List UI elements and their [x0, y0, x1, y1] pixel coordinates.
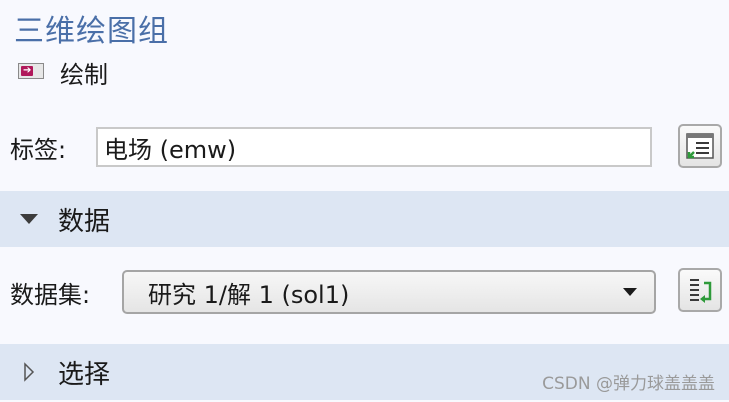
label-options-button[interactable] [678, 124, 722, 168]
dataset-row: 数据集: 研究 1/解 1 (sol1) [10, 268, 722, 316]
list-edit-icon [686, 133, 714, 159]
dataset-label: 数据集: [10, 280, 91, 309]
dataset-select[interactable]: 研究 1/解 1 (sol1) [122, 270, 656, 314]
dataset-goto-button[interactable] [678, 268, 722, 312]
label-row: 标签: [10, 124, 722, 170]
selection-section-label: 选择 [58, 359, 111, 390]
plot-button[interactable]: ➔ 绘制 [18, 58, 108, 89]
data-section-label: 数据 [58, 206, 111, 237]
plot-label: 绘制 [60, 60, 108, 89]
plot-icon: ➔ [18, 63, 46, 81]
label-field-label: 标签: [10, 135, 67, 164]
data-section-header[interactable]: 数据 [0, 191, 729, 247]
dropdown-arrow-icon [623, 288, 637, 296]
go-to-source-icon [690, 279, 712, 303]
panel-title: 三维绘图组 [14, 14, 169, 49]
chevron-right-icon [24, 362, 35, 382]
watermark: CSDN @弹力球盖盖盖 [542, 374, 715, 394]
chevron-down-icon [20, 214, 38, 224]
dataset-selected-value: 研究 1/解 1 (sol1) [148, 280, 350, 309]
label-input[interactable] [96, 127, 652, 167]
